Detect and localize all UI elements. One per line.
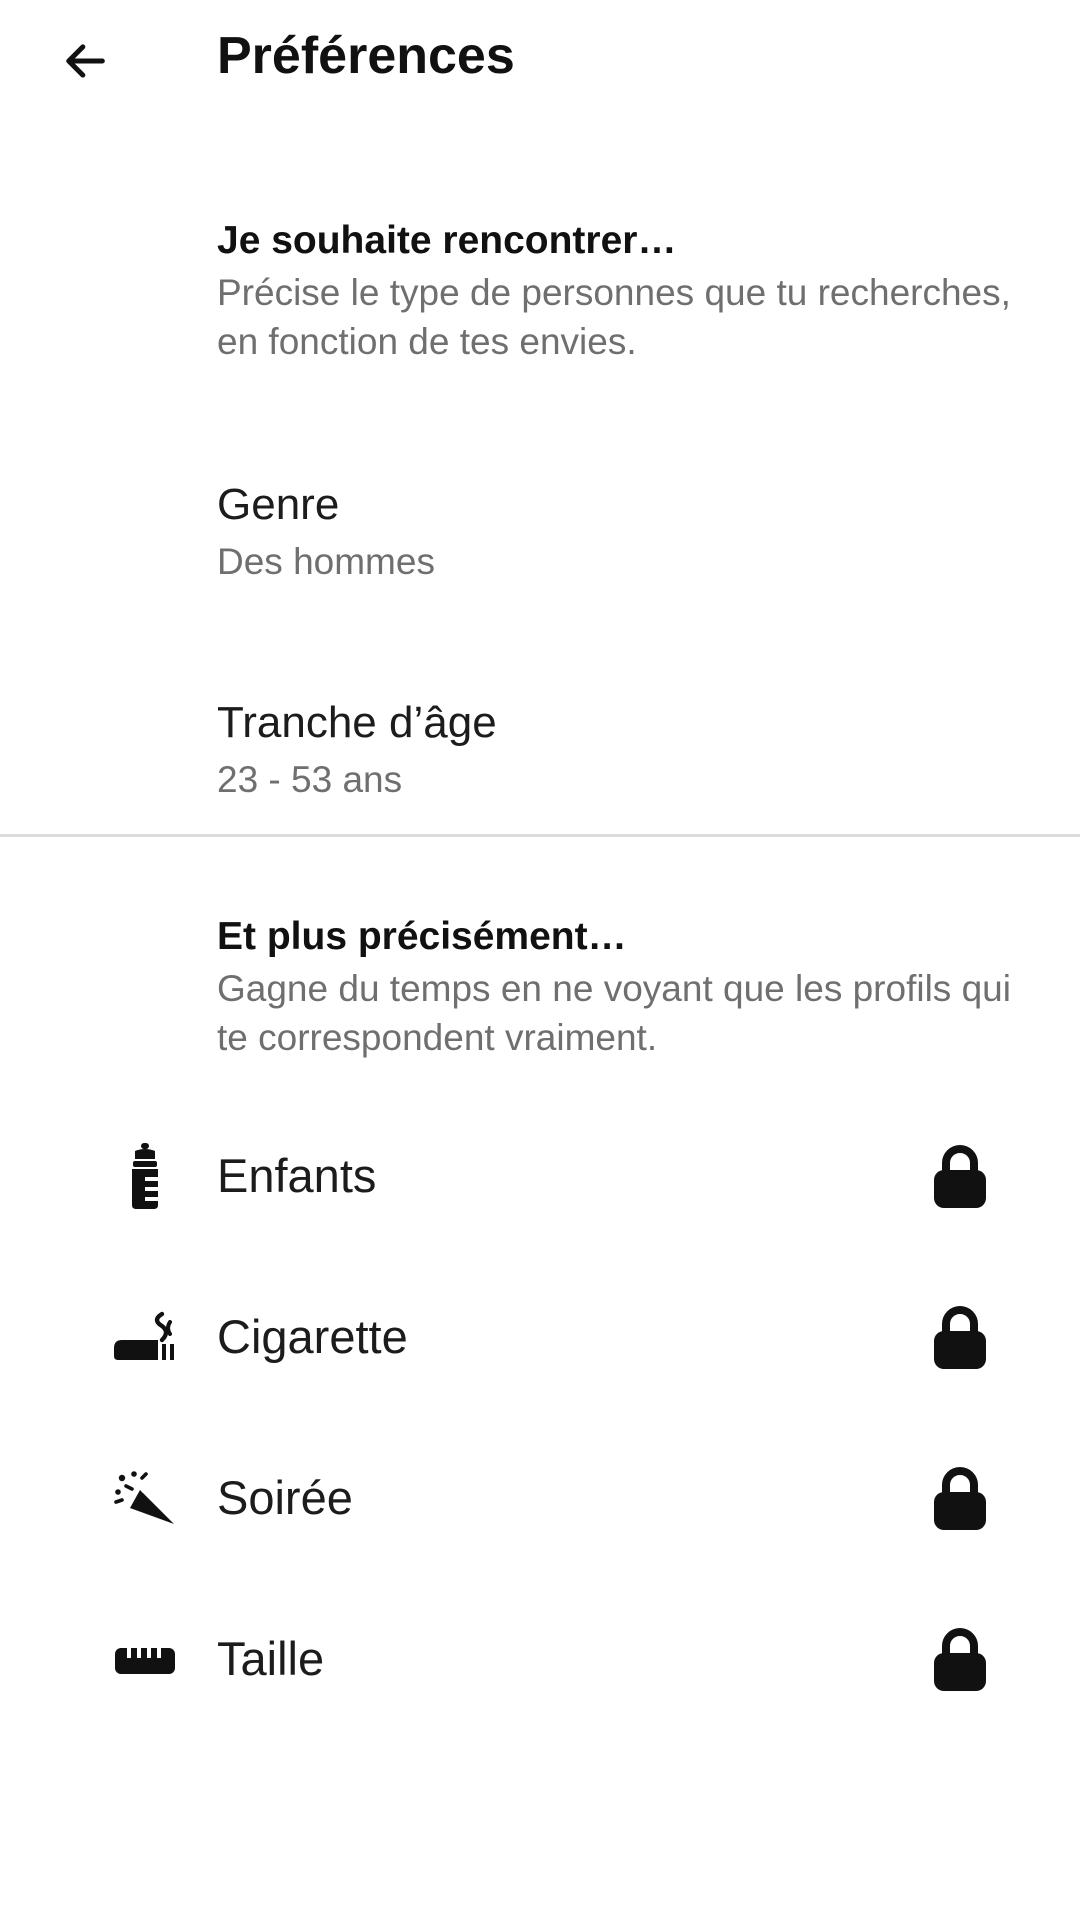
top-app-bar: Préférences [0,0,1080,116]
lock-icon [934,1145,986,1208]
preference-value: 23 - 53 ans [217,759,403,800]
preference-row-age-range[interactable]: Tranche d’âge 23 - 53 ans [0,656,1080,832]
filter-label: Taille [217,1632,325,1685]
filter-row-party[interactable]: Soirée [0,1418,1080,1578]
lock-icon [934,1467,986,1530]
filter-row-cigarette[interactable]: Cigarette [0,1257,1080,1417]
cigarette-icon [106,1305,184,1371]
preference-label: Genre [217,480,340,529]
lock-icon [934,1628,986,1691]
filter-row-children[interactable]: Enfants [0,1096,1080,1256]
filter-label: Soirée [217,1471,353,1524]
details-section-description: Gagne du temps en ne voyant que les prof… [217,968,1011,1058]
meet-section-description: Précise le type de personnes que tu rech… [217,272,1011,362]
details-section-title: Et plus précisément… [217,915,627,958]
details-section-header: Et plus précisément… Gagne du temps en n… [217,912,1017,1062]
party-popper-icon [106,1466,184,1532]
back-button[interactable] [40,16,130,106]
section-divider [0,834,1080,837]
filter-label: Cigarette [217,1310,408,1363]
meet-section-title: Je souhaite rencontrer… [217,219,677,262]
filter-label: Enfants [217,1149,377,1202]
preference-label: Tranche d’âge [217,698,497,747]
baby-bottle-icon [106,1143,184,1210]
preference-row-gender[interactable]: Genre Des hommes [0,438,1080,614]
meet-section-header: Je souhaite rencontrer… Précise le type … [217,216,1017,366]
preference-value: Des hommes [217,541,435,582]
lock-icon [934,1306,986,1369]
filter-row-height[interactable]: Taille [0,1579,1080,1739]
arrow-left-icon [66,44,105,78]
page-title: Préférences [217,27,515,85]
ruler-icon [106,1627,184,1693]
